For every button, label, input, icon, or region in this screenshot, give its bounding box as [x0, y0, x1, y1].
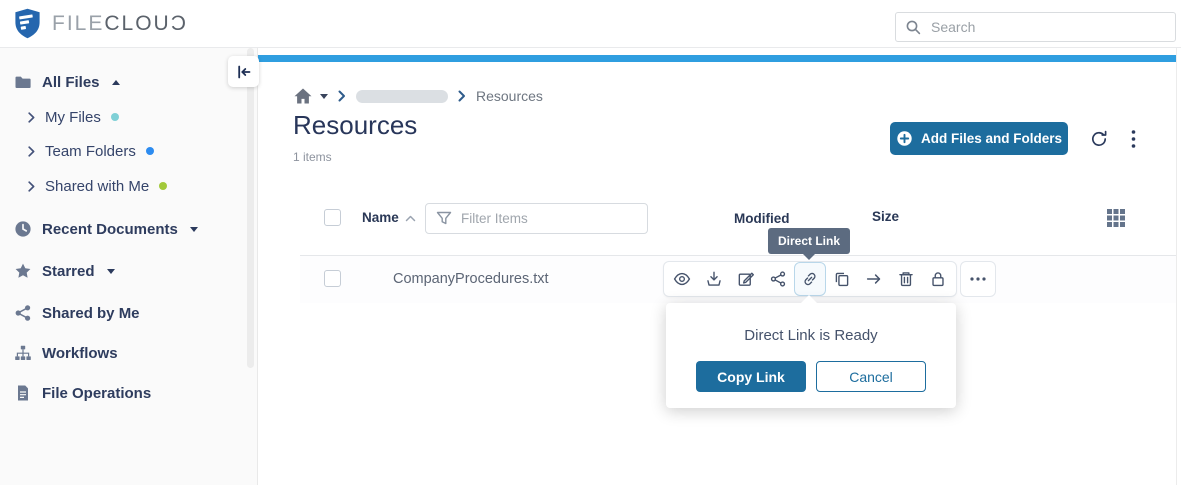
breadcrumb-redacted-segment[interactable]	[356, 90, 448, 103]
breadcrumb: Resources	[293, 86, 543, 106]
sidebar-item-all-files[interactable]: All Files	[14, 71, 120, 93]
direct-link-tooltip: Direct Link	[768, 228, 850, 254]
chevron-right-icon	[28, 181, 35, 192]
breadcrumb-home[interactable]	[293, 87, 328, 105]
clock-icon	[14, 220, 32, 238]
collapse-sidebar-icon	[236, 64, 252, 80]
collapse-caret-icon	[112, 80, 120, 85]
more-actions-button[interactable]	[960, 261, 996, 297]
item-count: 1 items	[293, 150, 332, 164]
direct-link-icon[interactable]	[794, 262, 826, 296]
home-caret-icon	[320, 94, 328, 99]
sidebar-item-workflows[interactable]: Workflows	[14, 342, 118, 364]
search-box[interactable]	[895, 12, 1176, 42]
breadcrumb-chevron-icon	[338, 90, 346, 102]
more-menu-button[interactable]	[1124, 127, 1142, 151]
expand-caret-icon	[107, 269, 115, 274]
expand-caret-icon	[190, 227, 198, 232]
filecloud-logo[interactable]: FILECLOUƆ	[14, 8, 188, 39]
breadcrumb-chevron-icon	[458, 90, 466, 102]
filecloud-app: FILECLOUƆ All Files My Files	[0, 0, 1181, 485]
file-icon	[14, 384, 32, 402]
chevron-right-icon	[28, 146, 35, 157]
workflow-icon	[14, 344, 32, 362]
filecloud-wordmark: FILECLOUƆ	[52, 12, 188, 36]
plus-circle-icon	[896, 130, 913, 147]
status-dot	[159, 182, 167, 190]
search-icon	[905, 19, 922, 36]
filter-box[interactable]	[425, 203, 648, 234]
sidebar-item-starred[interactable]: Starred	[14, 260, 115, 282]
preview-icon[interactable]	[666, 263, 698, 295]
sidebar-nav: All Files My Files Team Folders Shared w…	[0, 48, 258, 485]
sidebar-scrollbar[interactable]	[247, 48, 254, 368]
kebab-menu-icon	[1131, 129, 1136, 149]
grid-view-button[interactable]	[1104, 206, 1128, 230]
lock-icon[interactable]	[922, 263, 954, 295]
copy-link-button[interactable]: Copy Link	[696, 361, 806, 392]
download-icon[interactable]	[698, 263, 730, 295]
sidebar-item-my-files[interactable]: My Files	[28, 106, 119, 128]
grid-view-icon	[1106, 208, 1126, 228]
star-icon	[14, 262, 32, 280]
delete-icon[interactable]	[890, 263, 922, 295]
move-icon[interactable]	[858, 263, 890, 295]
top-bar: FILECLOUƆ	[0, 0, 1181, 48]
sidebar-item-shared-with-me[interactable]: Shared with Me	[28, 175, 167, 197]
share-icon	[14, 304, 32, 322]
refresh-button[interactable]	[1086, 127, 1112, 151]
more-options-icon	[970, 277, 986, 281]
search-input[interactable]	[931, 19, 1166, 35]
filter-items-input[interactable]	[461, 211, 638, 226]
sort-ascending-icon[interactable]	[405, 215, 416, 222]
popover-message: Direct Link is Ready	[666, 327, 956, 344]
column-header-size[interactable]: Size	[872, 209, 899, 224]
refresh-icon	[1089, 129, 1109, 149]
chevron-right-icon	[28, 112, 35, 123]
status-dot	[146, 147, 154, 155]
add-files-and-folders-button[interactable]: Add Files and Folders	[890, 122, 1068, 155]
home-icon	[293, 87, 313, 105]
direct-link-popover: Direct Link is Ready Copy Link Cancel	[666, 303, 956, 408]
popover-arrow	[801, 295, 817, 303]
table-row[interactable]: CompanyProcedures.txt	[300, 256, 1176, 303]
accent-bar	[258, 55, 1176, 62]
status-dot	[111, 113, 119, 121]
main-content: Resources Resources 1 items Add Files an…	[258, 48, 1176, 485]
copy-icon[interactable]	[826, 263, 858, 295]
share-icon[interactable]	[762, 263, 794, 295]
column-header-name[interactable]: Name	[362, 210, 399, 225]
row-checkbox[interactable]	[324, 270, 341, 287]
row-action-toolbar	[663, 261, 957, 297]
sidebar-item-shared-by-me[interactable]: Shared by Me	[14, 302, 140, 324]
breadcrumb-current: Resources	[476, 88, 543, 104]
sidebar-item-file-operations[interactable]: File Operations	[14, 382, 151, 404]
column-header-modified[interactable]: Modified	[734, 211, 790, 226]
sidebar-item-recent-documents[interactable]: Recent Documents	[14, 218, 198, 240]
sidebar-collapse-button[interactable]	[228, 56, 259, 87]
cancel-button[interactable]: Cancel	[816, 361, 926, 392]
filter-funnel-icon	[436, 211, 452, 226]
file-name[interactable]: CompanyProcedures.txt	[393, 271, 549, 287]
select-all-checkbox[interactable]	[324, 209, 341, 226]
edit-icon[interactable]	[730, 263, 762, 295]
page-scrollbar[interactable]	[1176, 48, 1181, 485]
sidebar-item-team-folders[interactable]: Team Folders	[28, 140, 154, 162]
folder-icon	[14, 73, 32, 91]
filecloud-shield-icon	[14, 8, 41, 39]
page-title: Resources	[293, 110, 417, 141]
